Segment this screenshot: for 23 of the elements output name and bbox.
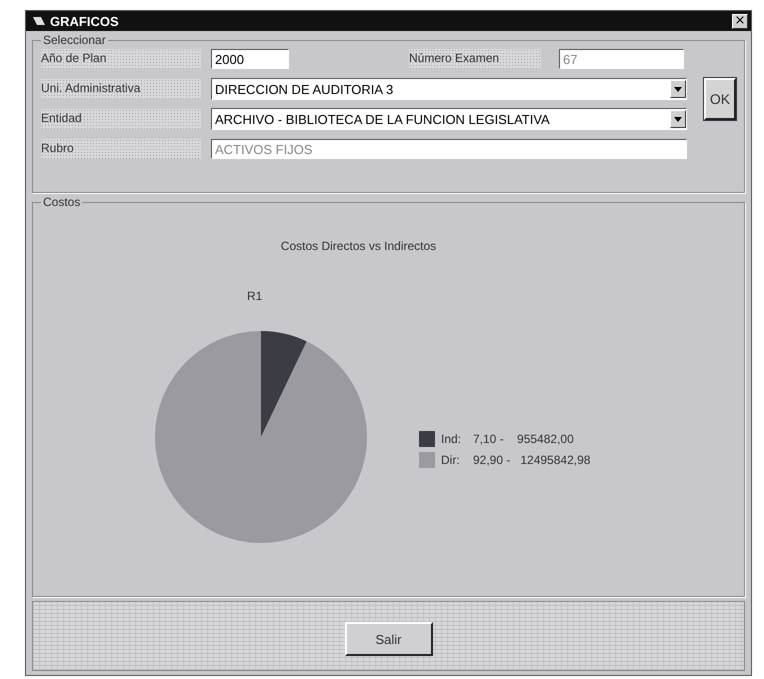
group-title: Costos (42, 195, 82, 209)
dropdown-arrow-icon (674, 86, 682, 92)
legend-label: Dir: (441, 453, 461, 467)
field-label: Uni. Administrativa (41, 79, 201, 99)
legend-label: Ind: (441, 432, 462, 446)
close-button[interactable]: × (732, 14, 748, 28)
window-icon (32, 15, 46, 27)
dropdown-arrow-icon (674, 116, 682, 122)
field-label: Número Examen (409, 49, 541, 69)
field-label: Año de Plan (41, 49, 201, 69)
field-label: Rubro (41, 139, 201, 159)
ok-button[interactable]: OK (704, 78, 736, 120)
input-field[interactable]: 2000 (211, 49, 289, 69)
chart-title: Costos Directos vs Indirectos (280, 239, 438, 253)
legend-text: 92,90 - 12495842,98 (473, 453, 590, 467)
series-label: R1 (247, 289, 262, 303)
group-title: Seleccionar (42, 33, 107, 47)
window-title: GRAFICOS (50, 14, 120, 28)
dropdown[interactable]: ARCHIVO - BIBLIOTECA DE LA FUNCION LEGISLATIVA (211, 108, 687, 130)
dropdown[interactable]: DIRECCION DE AUDITORIA 3 (211, 78, 687, 100)
legend-text: 7,10 - 955482,00 (473, 432, 574, 446)
salir-button[interactable]: Salir (344, 622, 432, 656)
field-label: Entidad (41, 109, 201, 129)
